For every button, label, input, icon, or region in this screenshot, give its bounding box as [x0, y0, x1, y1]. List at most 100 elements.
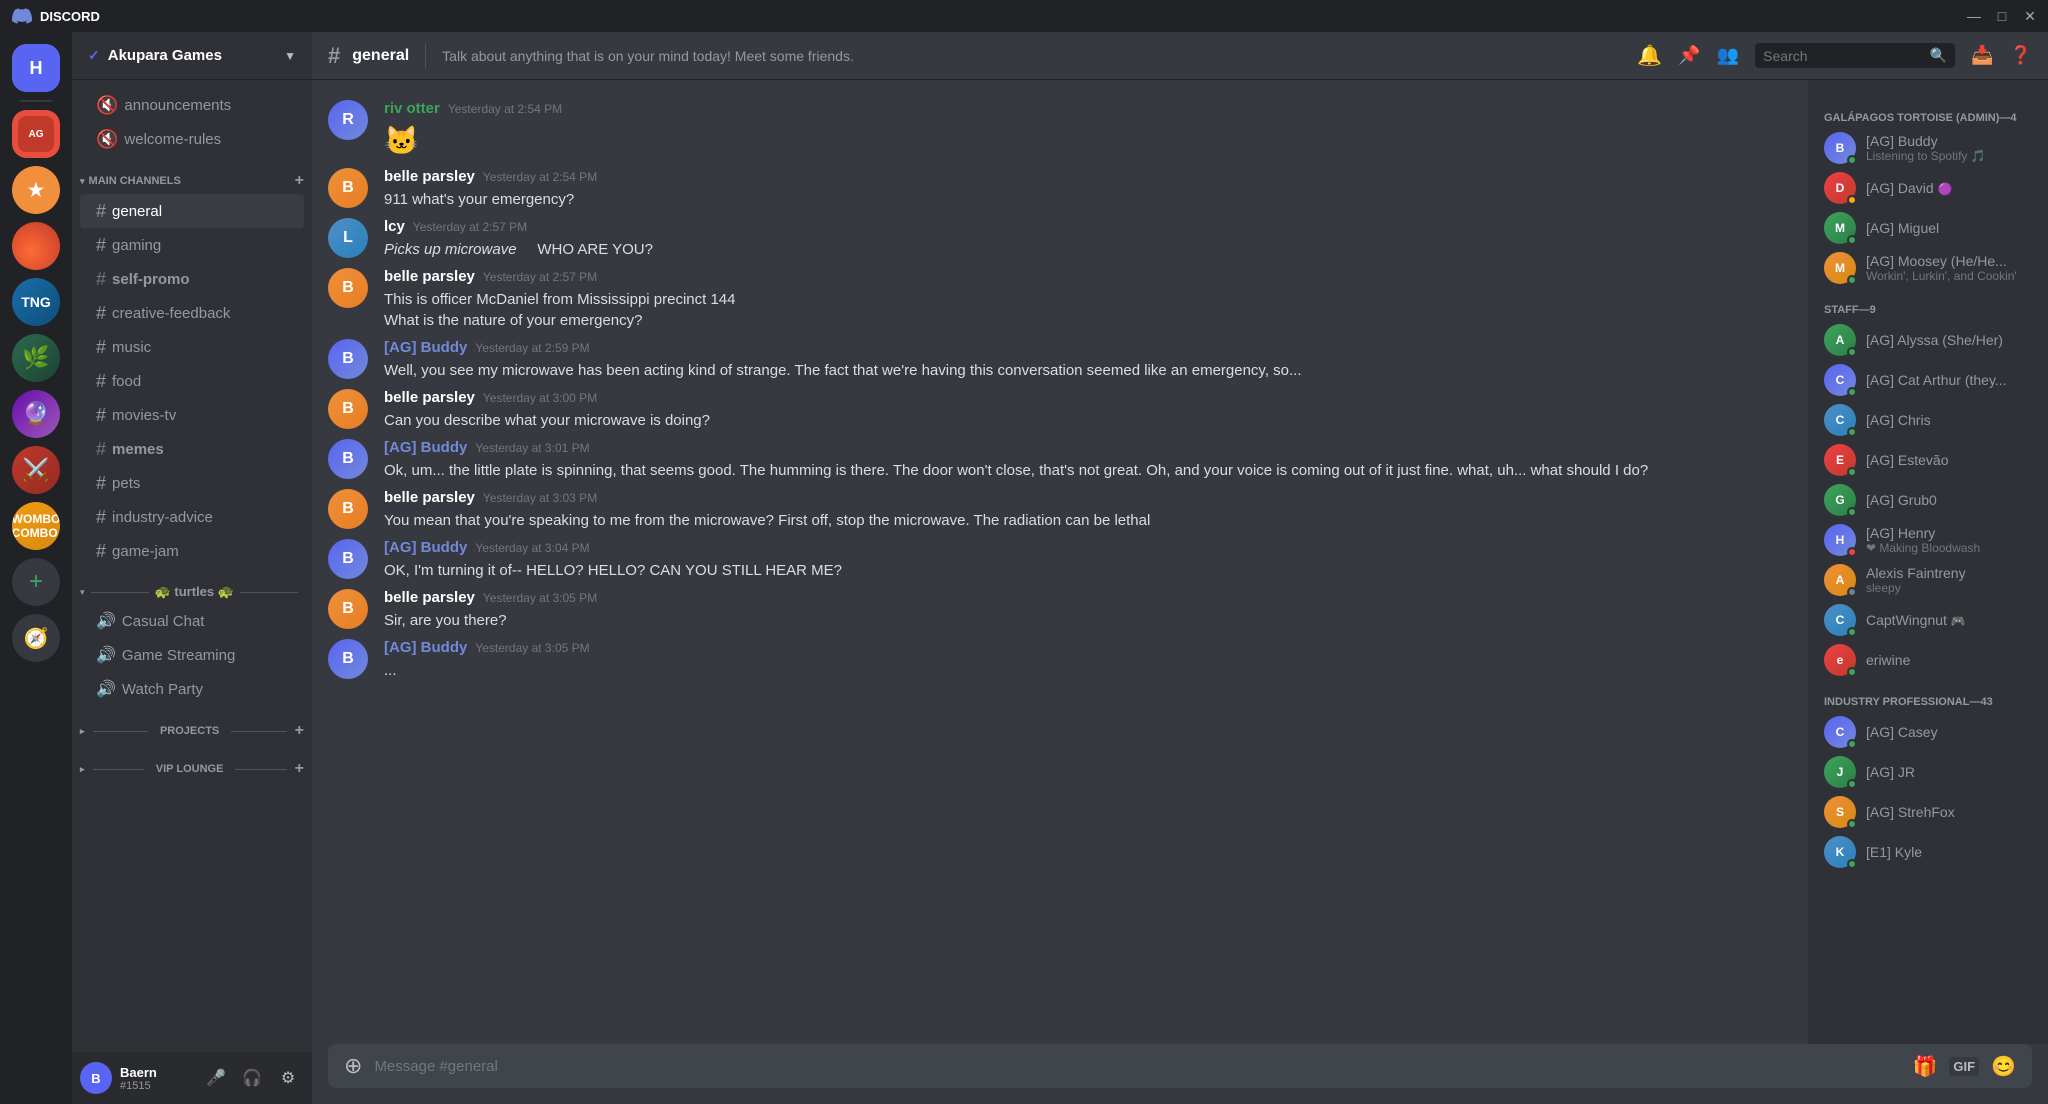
member-eriwine[interactable]: e eriwine — [1816, 640, 2040, 680]
server-icon-2[interactable]: ★ — [12, 166, 60, 214]
mute-button[interactable]: 🎤 — [200, 1062, 232, 1094]
member-ag-strehfox[interactable]: S [AG] StrehFox — [1816, 792, 2040, 832]
author-lcy[interactable]: lcy — [384, 218, 405, 235]
avatar-belle-4: B — [328, 489, 368, 529]
member-alexis[interactable]: A Alexis Faintreny sleepy — [1816, 560, 2040, 600]
inbox-icon[interactable]: 📥 — [1971, 45, 1993, 66]
members-list-icon[interactable]: 👥 — [1717, 45, 1739, 66]
member-ag-alyssa[interactable]: A [AG] Alyssa (She/Her) — [1816, 320, 2040, 360]
author-buddy-1[interactable]: [AG] Buddy — [384, 339, 467, 356]
channel-item-memes[interactable]: # memes — [80, 432, 304, 466]
server-icon-home[interactable]: H — [12, 44, 60, 92]
avatar-buddy-1: B — [328, 339, 368, 379]
member-ag-cat[interactable]: C [AG] Cat Arthur (they... — [1816, 360, 2040, 400]
member-ag-chris[interactable]: C [AG] Chris — [1816, 400, 2040, 440]
member-ag-moosey[interactable]: M [AG] Moosey (He/He... Workin', Lurkin'… — [1816, 248, 2040, 288]
status-david — [1847, 195, 1857, 205]
channel-item-game-jam[interactable]: # game-jam — [80, 534, 304, 568]
author-belle-1[interactable]: belle parsley — [384, 168, 475, 185]
channel-item-announcements[interactable]: 🔇 announcements — [80, 88, 304, 122]
author-buddy-4[interactable]: [AG] Buddy — [384, 639, 467, 656]
search-box[interactable]: Search 🔍 — [1755, 43, 1955, 68]
status-cat — [1847, 387, 1857, 397]
channel-hash-icon: # — [328, 43, 340, 69]
author-belle-4[interactable]: belle parsley — [384, 489, 475, 506]
channel-item-casual-chat[interactable]: 🔊 Casual Chat — [80, 604, 304, 638]
help-icon[interactable]: ❓ — [2010, 45, 2032, 66]
projects-line2 — [231, 731, 286, 732]
member-e1-kyle[interactable]: K [E1] Kyle — [1816, 832, 2040, 872]
category-add-main[interactable]: + — [295, 172, 304, 190]
channel-item-general[interactable]: # general 👥 ⚙ — [80, 194, 304, 228]
member-ag-casey[interactable]: C [AG] Casey — [1816, 712, 2040, 752]
channel-item-self-promo[interactable]: # self-promo — [80, 262, 304, 296]
status-captwingnut — [1847, 627, 1857, 637]
category-main-channels[interactable]: ▾ MAIN CHANNELS + — [72, 156, 312, 194]
message-input[interactable] — [374, 1058, 1900, 1075]
member-ag-grub0[interactable]: G [AG] Grub0 — [1816, 480, 2040, 520]
member-ag-henry[interactable]: H [AG] Henry ❤ Making Bloodwash — [1816, 520, 2040, 560]
user-settings-button[interactable]: ⚙ — [272, 1062, 304, 1094]
member-ag-jr[interactable]: J [AG] JR — [1816, 752, 2040, 792]
author-belle-3[interactable]: belle parsley — [384, 389, 475, 406]
titlebar: DISCORD — □ ✕ — [0, 0, 2048, 32]
status-jr — [1847, 779, 1857, 789]
gif-button[interactable]: GIF — [1949, 1057, 1979, 1076]
author-belle-2[interactable]: belle parsley — [384, 268, 475, 285]
member-name-moosey: [AG] Moosey (He/He... — [1866, 253, 2032, 269]
channel-item-pets[interactable]: # pets — [80, 466, 304, 500]
message-header-5: [AG] Buddy Yesterday at 2:59 PM — [384, 339, 1792, 356]
member-ag-buddy[interactable]: B [AG] Buddy Listening to Spotify 🎵 — [1816, 128, 2040, 168]
category-vip-lounge[interactable]: ▸ VIP LOUNGE + — [72, 744, 312, 782]
message-header-1: riv otter Yesterday at 2:54 PM — [384, 100, 1792, 117]
server-icon-7[interactable]: ⚔️ — [12, 446, 60, 494]
author-belle-5[interactable]: belle parsley — [384, 589, 475, 606]
category-projects[interactable]: ▸ PROJECTS + — [72, 706, 312, 744]
server-icon-akgames[interactable]: AG — [12, 110, 60, 158]
member-info-david: [AG] David 🟣 — [1866, 180, 2032, 196]
member-ag-david[interactable]: D [AG] David 🟣 — [1816, 168, 2040, 208]
deafen-button[interactable]: 🎧 — [236, 1062, 268, 1094]
member-captwingnut[interactable]: C CaptWingnut 🎮 — [1816, 600, 2040, 640]
author-buddy-3[interactable]: [AG] Buddy — [384, 539, 467, 556]
maximize-button[interactable]: □ — [1996, 10, 2008, 22]
hash-icon-memes: # — [96, 439, 106, 460]
server-icon-6[interactable]: 🔮 — [12, 390, 60, 438]
category-turtles[interactable]: ▾ 🐢 turtles 🐢 — [72, 568, 312, 604]
channel-item-watch-party[interactable]: 🔊 Watch Party — [80, 672, 304, 706]
channel-item-gaming[interactable]: # gaming — [80, 228, 304, 262]
timestamp-3: Yesterday at 2:57 PM — [413, 220, 527, 234]
add-server-button[interactable]: + — [12, 558, 60, 606]
channel-item-movies-tv[interactable]: # movies-tv — [80, 398, 304, 432]
status-estevao — [1847, 467, 1857, 477]
emoji-button[interactable]: 😊 — [1991, 1054, 2016, 1079]
message-group-5: B [AG] Buddy Yesterday at 2:59 PM Well, … — [312, 335, 1808, 385]
channel-item-music[interactable]: # music — [80, 330, 304, 364]
member-ag-miguel[interactable]: M [AG] Miguel — [1816, 208, 2040, 248]
author-buddy-2[interactable]: [AG] Buddy — [384, 439, 467, 456]
member-ag-estevao[interactable]: E [AG] Estevão — [1816, 440, 2040, 480]
explore-button[interactable]: 🧭 — [12, 614, 60, 662]
notification-bell-icon[interactable]: 🔔 — [1637, 43, 1662, 68]
channel-item-game-streaming[interactable]: 🔊 Game Streaming — [80, 638, 304, 672]
minimize-button[interactable]: — — [1968, 10, 1980, 22]
pin-icon[interactable]: 📌 — [1678, 45, 1700, 66]
channel-item-welcome-rules[interactable]: 🔇 welcome-rules — [80, 122, 304, 156]
attach-button[interactable]: ⊕ — [344, 1053, 362, 1079]
category-add-vip[interactable]: + — [295, 760, 304, 778]
channel-item-creative-feedback[interactable]: # creative-feedback — [80, 296, 304, 330]
author-riv-otter[interactable]: riv otter — [384, 100, 440, 117]
server-icon-3[interactable] — [12, 222, 60, 270]
gift-button[interactable]: 🎁 — [1913, 1054, 1938, 1079]
channel-item-food[interactable]: # food — [80, 364, 304, 398]
close-button[interactable]: ✕ — [2024, 10, 2036, 22]
message-content-1: riv otter Yesterday at 2:54 PM 🐱 — [384, 100, 1792, 160]
category-add-projects[interactable]: + — [295, 722, 304, 740]
channel-item-industry-advice[interactable]: # industry-advice — [80, 500, 304, 534]
server-icon-4[interactable]: TNG — [12, 278, 60, 326]
server-icon-5[interactable]: 🌿 — [12, 334, 60, 382]
server-icon-8[interactable]: WOMBO COMBO — [12, 502, 60, 550]
message-content-4: belle parsley Yesterday at 2:57 PM This … — [384, 268, 1792, 331]
server-header[interactable]: ✓ Akupara Games ▼ — [72, 32, 312, 80]
member-name-jr: [AG] JR — [1866, 764, 2032, 780]
